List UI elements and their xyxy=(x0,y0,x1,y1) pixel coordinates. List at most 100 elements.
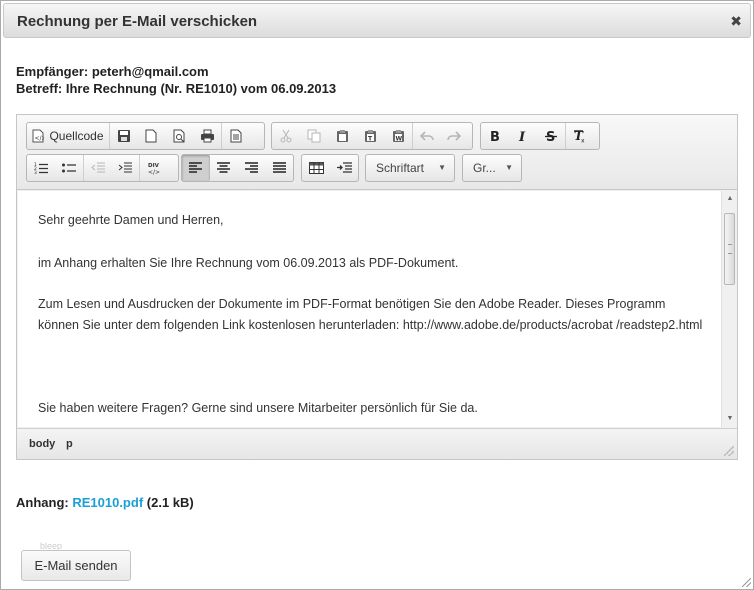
template-button[interactable] xyxy=(221,123,249,149)
dialog-title: Rechnung per E-Mail verschicken xyxy=(17,13,258,30)
align-center-icon xyxy=(217,162,231,173)
svg-text:B: B xyxy=(490,130,500,143)
cut-icon xyxy=(280,129,292,143)
align-left-icon xyxy=(189,162,203,173)
remove-format-button[interactable]: Tx xyxy=(565,123,593,149)
paragraph-1: im Anhang erhalten Sie Ihre Rechnung vom… xyxy=(38,256,459,270)
print-button[interactable] xyxy=(193,123,221,149)
bulleted-list-button[interactable] xyxy=(55,155,83,181)
justify-icon xyxy=(272,162,286,173)
editor-content[interactable]: Sehr geehrte Damen und Herren, im Anhang… xyxy=(18,191,721,427)
attachment-size: (2.1 kB) xyxy=(146,495,194,510)
indent-icon xyxy=(118,162,132,173)
chevron-down-icon: ▼ xyxy=(505,163,513,172)
recipient-line: Empfänger: peterh@qmail.com xyxy=(16,64,209,79)
basic-styles-group: B I S Tx xyxy=(480,122,600,150)
paste-icon xyxy=(336,130,348,142)
italic-button[interactable]: I xyxy=(509,123,537,149)
indent-block-icon xyxy=(336,162,352,173)
redo-icon xyxy=(447,131,461,141)
save-button[interactable] xyxy=(109,123,137,149)
scroll-up-icon[interactable]: ▲ xyxy=(722,191,738,207)
element-path-body[interactable]: body xyxy=(29,438,55,450)
send-email-button[interactable]: E-Mail senden xyxy=(21,550,131,581)
alignment-group xyxy=(181,154,294,182)
indent-button[interactable] xyxy=(111,155,139,181)
greeting-paragraph: Sehr geehrte Damen und Herren, xyxy=(38,213,224,227)
align-right-button[interactable] xyxy=(238,155,266,181)
cut-button[interactable] xyxy=(272,123,300,149)
font-family-value: Schriftart xyxy=(376,161,425,175)
bold-icon: B xyxy=(490,130,500,143)
align-center-button[interactable] xyxy=(210,155,238,181)
strikethrough-button[interactable]: S xyxy=(537,123,565,149)
strikethrough-icon: S xyxy=(545,130,557,143)
svg-text:x: x xyxy=(581,138,585,144)
font-size-select[interactable]: Gr... ▼ xyxy=(462,154,522,182)
numbered-list-icon: 123 xyxy=(34,162,48,174)
scroll-down-icon[interactable]: ▼ xyxy=(722,411,738,427)
new-page-button[interactable] xyxy=(137,123,165,149)
paste-word-icon: W xyxy=(392,130,404,143)
preview-button[interactable] xyxy=(165,123,193,149)
dialog-titlebar: Rechnung per E-Mail verschicken ✖ xyxy=(3,3,751,38)
scrollbar-thumb[interactable] xyxy=(724,213,735,285)
svg-text:I: I xyxy=(518,130,526,143)
svg-text:</>: </> xyxy=(35,135,45,142)
new-page-icon xyxy=(145,129,157,143)
numbered-list-button[interactable]: 123 xyxy=(27,155,55,181)
undo-icon xyxy=(419,131,434,141)
outdent-icon xyxy=(90,162,105,173)
div-icon: DIV</> xyxy=(148,163,160,175)
lists-group: 123 DIV </> xyxy=(26,154,179,182)
div-button[interactable]: DIV </> xyxy=(139,155,167,181)
chevron-down-icon: ▼ xyxy=(438,163,446,172)
element-path-p[interactable]: p xyxy=(66,438,73,450)
editor-toolbar: </> Quellcode xyxy=(17,115,737,190)
italic-icon: I xyxy=(518,130,526,143)
table-button[interactable] xyxy=(302,155,330,181)
subject-line: Betreff: Ihre Rechnung (Nr. RE1010) vom … xyxy=(16,81,337,96)
bulleted-list-icon xyxy=(62,163,76,173)
paste-text-button[interactable]: T xyxy=(356,123,384,149)
copy-icon xyxy=(307,129,321,143)
attachment-line: Anhang: RE1010.pdf (2.1 kB) xyxy=(16,495,194,510)
paste-word-button[interactable]: W xyxy=(384,123,412,149)
insert-group xyxy=(301,154,359,182)
bold-button[interactable]: B xyxy=(481,123,509,149)
align-right-icon xyxy=(244,162,258,173)
preview-icon xyxy=(173,129,184,143)
svg-text:3: 3 xyxy=(34,170,37,174)
source-icon: </> xyxy=(32,129,44,143)
source-button[interactable]: </> Quellcode xyxy=(27,123,109,149)
svg-text:W: W xyxy=(395,136,402,143)
dialog-resize-icon[interactable] xyxy=(742,578,751,587)
editor-scrollbar[interactable]: ▲ ▼ xyxy=(721,191,737,427)
paste-button[interactable] xyxy=(328,123,356,149)
undo-button[interactable] xyxy=(412,123,440,149)
font-family-select[interactable]: Schriftart ▼ xyxy=(365,154,455,182)
print-icon xyxy=(200,129,214,143)
source-label: Quellcode xyxy=(49,129,104,143)
email-dialog: Rechnung per E-Mail verschicken ✖ Empfän… xyxy=(0,0,754,590)
indent-block-button[interactable] xyxy=(330,155,358,181)
font-size-value: Gr... xyxy=(473,161,496,175)
align-left-button[interactable] xyxy=(182,155,210,181)
document-group: </> Quellcode xyxy=(26,122,265,150)
close-icon[interactable]: ✖ xyxy=(730,13,742,30)
justify-button[interactable] xyxy=(265,155,293,181)
table-icon xyxy=(308,162,324,174)
paragraph-2: Zum Lesen und Ausdrucken der Dokumente i… xyxy=(38,297,703,332)
outdent-button[interactable] xyxy=(83,155,111,181)
redo-button[interactable] xyxy=(440,123,468,149)
editor-statusbar: body p xyxy=(17,428,737,459)
remove-format-icon: Tx xyxy=(573,129,585,144)
template-icon xyxy=(230,129,241,143)
save-icon xyxy=(117,130,130,142)
rich-text-editor: </> Quellcode xyxy=(16,114,738,460)
copy-button[interactable] xyxy=(300,123,328,149)
attachment-label: Anhang: xyxy=(16,495,69,510)
svg-text:</>: </> xyxy=(148,169,160,175)
attachment-link[interactable]: RE1010.pdf xyxy=(72,495,143,510)
resize-handle-icon[interactable] xyxy=(724,446,734,456)
